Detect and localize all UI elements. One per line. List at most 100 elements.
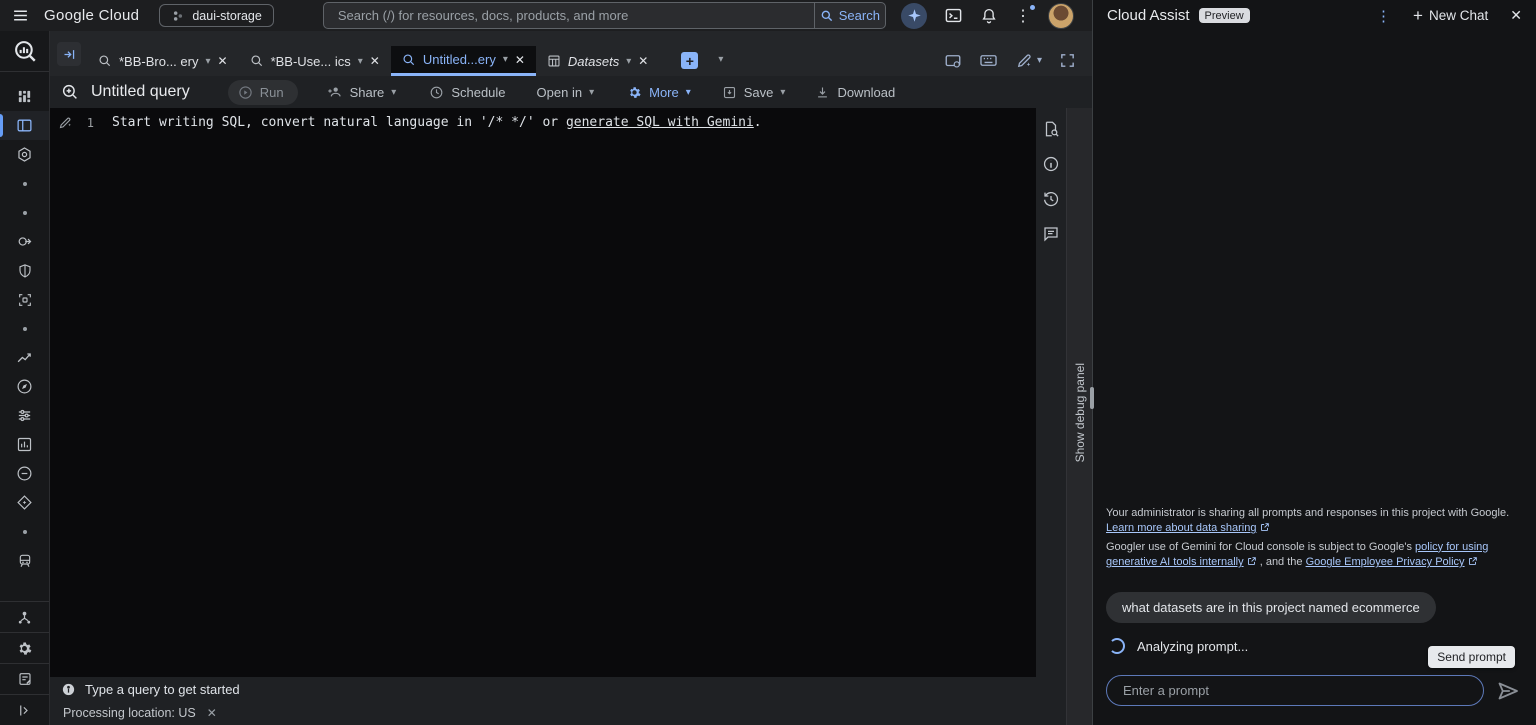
employee-privacy-policy-link[interactable]: Google Employee Privacy Policy	[1306, 556, 1465, 568]
assist-actions: ⋮ + New Chat ✕	[1376, 7, 1522, 25]
sidebar-item-gemini-diamond-icon[interactable]	[0, 488, 49, 517]
sidebar-item-dot-icon[interactable]	[0, 314, 49, 343]
search-icon	[820, 9, 834, 23]
processing-location: Processing location: US	[63, 706, 196, 720]
collapse-explorer-icon[interactable]	[57, 42, 81, 66]
sql-editor[interactable]: 1 Start writing SQL, convert natural lan…	[50, 108, 1036, 677]
pen-sparkle-gutter-icon[interactable]	[50, 115, 80, 130]
cloud-shell-icon[interactable]	[944, 6, 963, 25]
loading-spinner-icon	[1109, 638, 1125, 654]
tab-close-icon[interactable]: ✕	[218, 54, 228, 68]
search-button[interactable]: Search	[814, 3, 885, 28]
more-button[interactable]: More ▾	[627, 85, 691, 100]
caret-icon: ▾	[1037, 55, 1042, 66]
job-info-icon[interactable]	[1040, 153, 1062, 175]
assist-header: Cloud Assist Preview ⋮ + New Chat ✕	[1093, 0, 1536, 31]
tab-close-icon[interactable]: ✕	[638, 54, 648, 68]
show-debug-panel-label[interactable]: Show debug panel	[1073, 363, 1087, 462]
assist-body: Your administrator is sharing all prompt…	[1093, 31, 1536, 725]
assist-close-icon[interactable]: ✕	[1510, 7, 1522, 24]
tab-close-icon[interactable]: ✕	[370, 54, 380, 68]
tab-close-icon[interactable]: ✕	[515, 53, 525, 67]
code-line-1: 1 Start writing SQL, convert natural lan…	[50, 113, 1036, 132]
prompt-input[interactable]	[1106, 675, 1484, 706]
split-view-icon[interactable]	[944, 52, 962, 70]
open-in-button[interactable]: Open in ▾	[537, 85, 595, 100]
bigquery-logo-icon[interactable]	[0, 31, 49, 71]
send-prompt-icon[interactable]	[1496, 679, 1520, 703]
tab-caret-icon[interactable]: ▾	[503, 54, 508, 65]
history-icon[interactable]	[1040, 188, 1062, 210]
compose-query-icon	[61, 83, 79, 101]
sidebar-item-query-queues-icon[interactable]	[0, 459, 49, 488]
tab-query-2[interactable]: *BB-Use... ics ▾ ✕	[239, 46, 391, 76]
sidebar-item-welcome-grid-icon[interactable]	[0, 82, 49, 111]
google-cloud-logo[interactable]: Google Cloud	[44, 7, 139, 24]
sidebar-item-release-notes-icon[interactable]	[0, 664, 49, 694]
project-selector[interactable]: daui-storage	[159, 4, 274, 27]
gemini-icon[interactable]	[901, 3, 927, 29]
tab-datasets[interactable]: Datasets ▾ ✕	[536, 46, 659, 76]
share-button[interactable]: Share ▾	[327, 84, 397, 100]
line-number: 1	[80, 116, 94, 130]
app-root: Google Cloud daui-storage Search	[0, 0, 1536, 725]
notifications-bell-icon[interactable]	[980, 7, 998, 25]
sidebar-item-migration-train-icon[interactable]	[0, 546, 49, 575]
tab-caret-icon[interactable]: ▾	[626, 56, 631, 67]
debug-panel-strip: Show debug panel	[1066, 108, 1092, 725]
sidebar-item-sharing-org-icon[interactable]	[0, 602, 49, 632]
editor-stack: 1 Start writing SQL, convert natural lan…	[50, 108, 1036, 725]
sidebar-item-expand-panel-icon[interactable]	[0, 695, 49, 725]
tab-caret-icon[interactable]: ▾	[205, 56, 210, 67]
new-chat-button[interactable]: + New Chat	[1413, 7, 1488, 24]
sidebar-item-data-transfer-icon[interactable]	[0, 227, 49, 256]
sidebar-item-dot-icon[interactable]	[0, 198, 49, 227]
sidebar-item-compass-icon[interactable]	[0, 372, 49, 401]
more-options-icon[interactable]: ⋮	[1015, 6, 1031, 26]
sidebar-item-capacity-frame-icon[interactable]	[0, 285, 49, 314]
sidebar-item-tune-sliders-icon[interactable]	[0, 401, 49, 430]
sidebar-item-dot-icon[interactable]	[0, 517, 49, 546]
query-toolbar: Untitled query Run Share ▾	[50, 76, 1092, 108]
download-button[interactable]: Download	[815, 85, 895, 100]
external-link-icon	[1468, 556, 1478, 566]
tab-overflow-caret-icon[interactable]: ▾	[718, 54, 723, 65]
schedule-button[interactable]: Schedule	[429, 85, 505, 100]
sidebar-item-settings-gear-icon[interactable]	[0, 633, 49, 663]
caret-icon: ▾	[780, 87, 785, 98]
tab-untitled-query-active[interactable]: Untitled...ery ▾ ✕	[391, 46, 536, 76]
query-results-doc-icon[interactable]	[1040, 118, 1062, 140]
assist-more-options-icon[interactable]: ⋮	[1376, 7, 1391, 25]
learn-more-data-sharing-link[interactable]: Learn more about data sharing	[1106, 522, 1256, 534]
fullscreen-icon[interactable]	[1059, 52, 1076, 69]
hamburger-menu-icon[interactable]	[5, 1, 35, 31]
new-tab-plus-icon[interactable]: +	[681, 52, 698, 69]
keyboard-shortcuts-icon[interactable]	[979, 51, 998, 70]
content-row: *BB-Bro... ery ▾ ✕ *BB-Use... ics ▾ ✕ Un…	[0, 31, 1092, 725]
cloud-assist-panel: Cloud Assist Preview ⋮ + New Chat ✕ Your…	[1092, 0, 1536, 725]
generate-sql-gemini-link[interactable]: generate SQL with Gemini	[566, 115, 754, 130]
tab-query-1[interactable]: *BB-Bro... ery ▾ ✕	[87, 46, 239, 76]
strip-right-icons: ▾	[944, 51, 1076, 70]
sidebar-bottom-group	[0, 601, 49, 725]
sidebar-item-governance-hex-icon[interactable]	[0, 140, 49, 169]
sidebar-item-security-shield-icon[interactable]	[0, 256, 49, 285]
global-search: Search	[323, 2, 886, 29]
notification-dot	[1030, 5, 1035, 10]
sidebar-item-sql-workspace-icon[interactable]	[0, 111, 49, 140]
send-prompt-tooltip: Send prompt	[1428, 646, 1515, 668]
gemini-editor-tools[interactable]: ▾	[1015, 52, 1042, 70]
tab-caret-icon[interactable]: ▾	[358, 56, 363, 67]
run-button[interactable]: Run	[228, 80, 298, 105]
comment-icon[interactable]	[1040, 223, 1062, 245]
caret-icon: ▾	[589, 87, 594, 98]
sidebar-item-dashboard-icon[interactable]	[0, 430, 49, 459]
external-link-icon	[1247, 556, 1257, 566]
user-avatar[interactable]	[1048, 3, 1074, 29]
save-button[interactable]: Save ▾	[722, 85, 786, 100]
location-close-icon[interactable]: ✕	[207, 706, 217, 720]
sidebar-item-dot-icon[interactable]	[0, 169, 49, 198]
project-icon	[171, 9, 185, 23]
search-input[interactable]	[324, 3, 814, 28]
sidebar-item-analytics-chart-icon[interactable]	[0, 343, 49, 372]
